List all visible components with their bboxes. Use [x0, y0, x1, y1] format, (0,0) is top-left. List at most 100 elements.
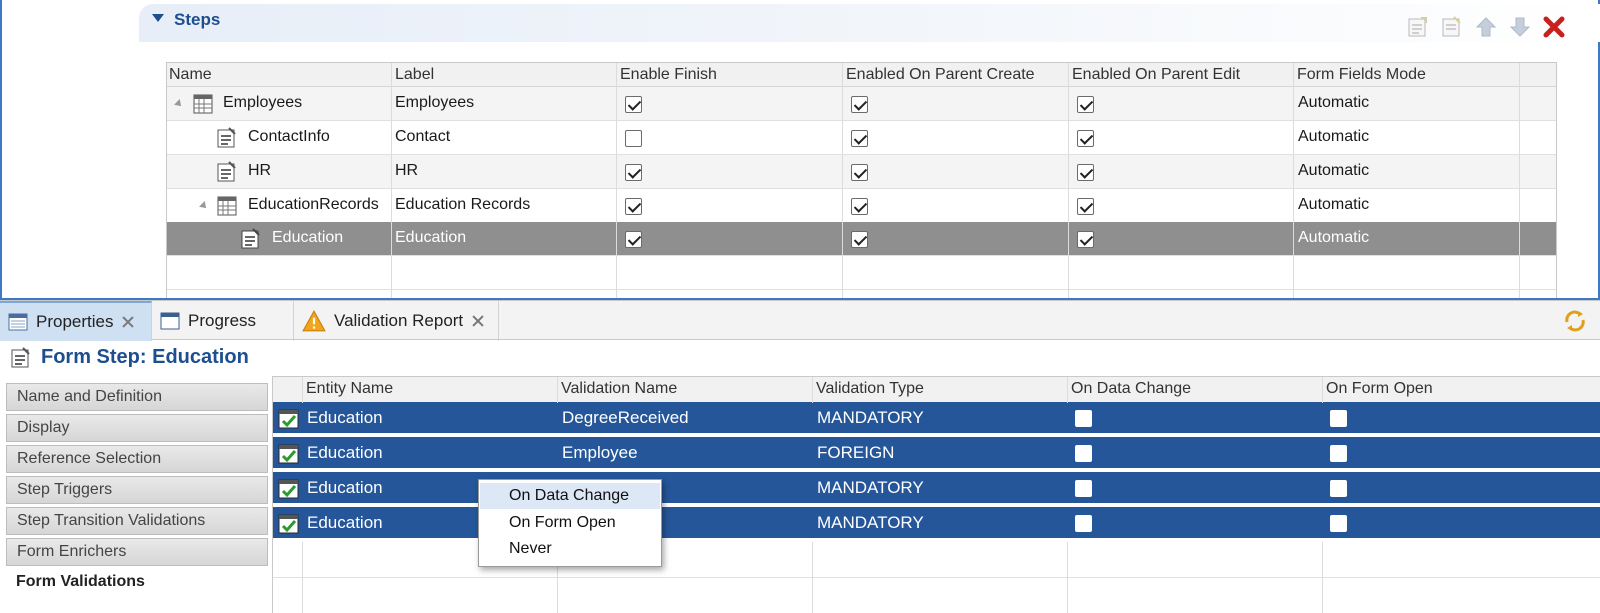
enable-finish-checkbox[interactable]	[625, 231, 642, 248]
column-divider	[1293, 63, 1294, 298]
view-tab-bar: Properties Progress Validation Report	[0, 300, 1600, 341]
collapse-triangle-icon[interactable]	[152, 14, 164, 22]
side-tab-name-and-definition[interactable]: Name and Definition	[6, 383, 268, 411]
validation-entity-icon	[278, 444, 299, 464]
tab-validation-report[interactable]: Validation Report	[294, 301, 499, 341]
menu-item-on-form-open[interactable]: On Form Open	[480, 510, 660, 536]
expand-arrow-icon[interactable]	[174, 99, 184, 109]
add-step-icon[interactable]	[1440, 15, 1464, 39]
tab-properties-label: Properties	[36, 312, 114, 331]
on-data-change-checkbox[interactable]	[1075, 445, 1092, 462]
form-step-icon	[217, 127, 236, 148]
col-header-on-form-open[interactable]: On Form Open	[1326, 380, 1433, 398]
column-divider	[1067, 542, 1068, 613]
side-tab-step-triggers[interactable]: Step Triggers	[6, 476, 268, 504]
tab-properties[interactable]: Properties	[0, 301, 152, 341]
col-header-entity-name[interactable]: Entity Name	[306, 380, 393, 398]
validation-entity-icon	[278, 514, 299, 534]
form-fields-mode[interactable]: Automatic	[1298, 94, 1369, 112]
column-divider	[302, 542, 303, 613]
form-fields-mode[interactable]: Automatic	[1298, 229, 1369, 247]
validation-row[interactable]: Education MANDATORY	[273, 507, 1600, 540]
step-name: ContactInfo	[248, 128, 330, 145]
steps-row[interactable]: HR HR Automatic	[167, 155, 1556, 189]
expand-arrow-icon[interactable]	[199, 201, 209, 211]
form-group-icon	[217, 196, 237, 216]
side-tab-reference-selection[interactable]: Reference Selection	[6, 445, 268, 473]
steps-editor-pane: Steps Name Label Enable Finish Enabled O…	[0, 0, 1600, 300]
enable-finish-checkbox[interactable]	[625, 164, 642, 181]
menu-item-never[interactable]: Never	[480, 536, 660, 562]
on-form-open-checkbox[interactable]	[1330, 410, 1347, 427]
steps-row[interactable]: EducationRecords Education Records Autom…	[167, 189, 1556, 223]
enable-finish-checkbox[interactable]	[625, 198, 642, 215]
form-fields-mode[interactable]: Automatic	[1298, 128, 1369, 146]
steps-section-header[interactable]	[139, 4, 1600, 42]
form-fields-mode[interactable]: Automatic	[1298, 196, 1369, 214]
side-tab-step-transition-validations[interactable]: Step Transition Validations	[6, 507, 268, 535]
side-tab-display[interactable]: Display	[6, 414, 268, 442]
col-header-form-fields-mode[interactable]: Form Fields Mode	[1297, 66, 1426, 84]
steps-row[interactable]: ContactInfo Contact Automatic	[167, 121, 1556, 155]
delete-icon[interactable]	[1542, 15, 1566, 39]
close-icon[interactable]	[121, 315, 135, 329]
side-tab-form-validations[interactable]: Form Validations	[6, 569, 268, 597]
eclipse-window: { "steps_section": { "title": "Steps", "…	[0, 0, 1600, 613]
tab-progress[interactable]: Progress	[152, 301, 294, 341]
parent-create-checkbox[interactable]	[851, 130, 868, 147]
steps-row[interactable]: Employees Employees Automatic	[167, 87, 1556, 121]
parent-edit-checkbox[interactable]	[1077, 198, 1094, 215]
properties-side-tabs: Name and Definition Display Reference Se…	[6, 383, 268, 600]
parent-edit-checkbox[interactable]	[1077, 231, 1094, 248]
validation-entity-icon	[278, 479, 299, 499]
add-form-step-icon[interactable]	[1406, 15, 1430, 39]
col-header-on-data-change[interactable]: On Data Change	[1071, 380, 1191, 398]
column-divider	[1519, 63, 1520, 298]
col-header-enabled-parent-edit[interactable]: Enabled On Parent Edit	[1072, 66, 1240, 84]
col-header-label[interactable]: Label	[395, 66, 434, 84]
validation-type: MANDATORY	[817, 408, 924, 427]
col-header-validation-type[interactable]: Validation Type	[816, 380, 924, 398]
parent-create-checkbox[interactable]	[851, 198, 868, 215]
column-divider	[842, 63, 843, 298]
parent-edit-checkbox[interactable]	[1077, 164, 1094, 181]
steps-row-empty	[167, 256, 1556, 290]
parent-create-checkbox[interactable]	[851, 96, 868, 113]
col-header-name[interactable]: Name	[169, 66, 212, 84]
on-form-open-checkbox[interactable]	[1330, 445, 1347, 462]
validations-table: Entity Name Validation Name Validation T…	[272, 376, 1600, 613]
enable-finish-checkbox[interactable]	[625, 96, 642, 113]
validation-row[interactable]: Education Employee FOREIGN	[273, 437, 1600, 470]
validation-row[interactable]: Education DegreeReceived MANDATORY	[273, 402, 1600, 435]
move-up-icon[interactable]	[1474, 15, 1498, 39]
col-header-validation-name[interactable]: Validation Name	[561, 380, 677, 398]
col-header-enabled-parent-create[interactable]: Enabled On Parent Create	[846, 66, 1035, 84]
col-header-enable-finish[interactable]: Enable Finish	[620, 66, 717, 84]
menu-item-on-data-change[interactable]: On Data Change	[480, 483, 660, 509]
close-icon[interactable]	[471, 314, 485, 328]
parent-edit-checkbox[interactable]	[1077, 96, 1094, 113]
validation-name: Employee	[562, 443, 638, 462]
form-fields-mode[interactable]: Automatic	[1298, 162, 1369, 180]
move-down-icon[interactable]	[1508, 15, 1532, 39]
on-form-open-checkbox[interactable]	[1330, 515, 1347, 532]
side-tab-form-enrichers[interactable]: Form Enrichers	[6, 538, 268, 566]
parent-edit-checkbox[interactable]	[1077, 130, 1094, 147]
steps-toolbar	[1406, 14, 1566, 40]
steps-section-title[interactable]: Steps	[174, 10, 220, 30]
on-data-change-checkbox[interactable]	[1075, 515, 1092, 532]
parent-create-checkbox[interactable]	[851, 164, 868, 181]
enable-finish-checkbox[interactable]	[625, 130, 642, 147]
on-form-open-checkbox[interactable]	[1330, 480, 1347, 497]
column-divider	[302, 377, 303, 403]
warning-icon	[302, 310, 326, 332]
parent-create-checkbox[interactable]	[851, 231, 868, 248]
step-label: Education Records	[395, 196, 531, 213]
step-label: Education	[395, 229, 467, 246]
on-data-change-checkbox[interactable]	[1075, 410, 1092, 427]
column-divider	[1067, 377, 1068, 403]
on-data-change-checkbox[interactable]	[1075, 480, 1092, 497]
validation-row[interactable]: Education MANDATORY	[273, 472, 1600, 505]
sync-icon[interactable]	[1562, 308, 1588, 334]
steps-row-selected[interactable]: Education Education Automatic	[167, 222, 1556, 256]
